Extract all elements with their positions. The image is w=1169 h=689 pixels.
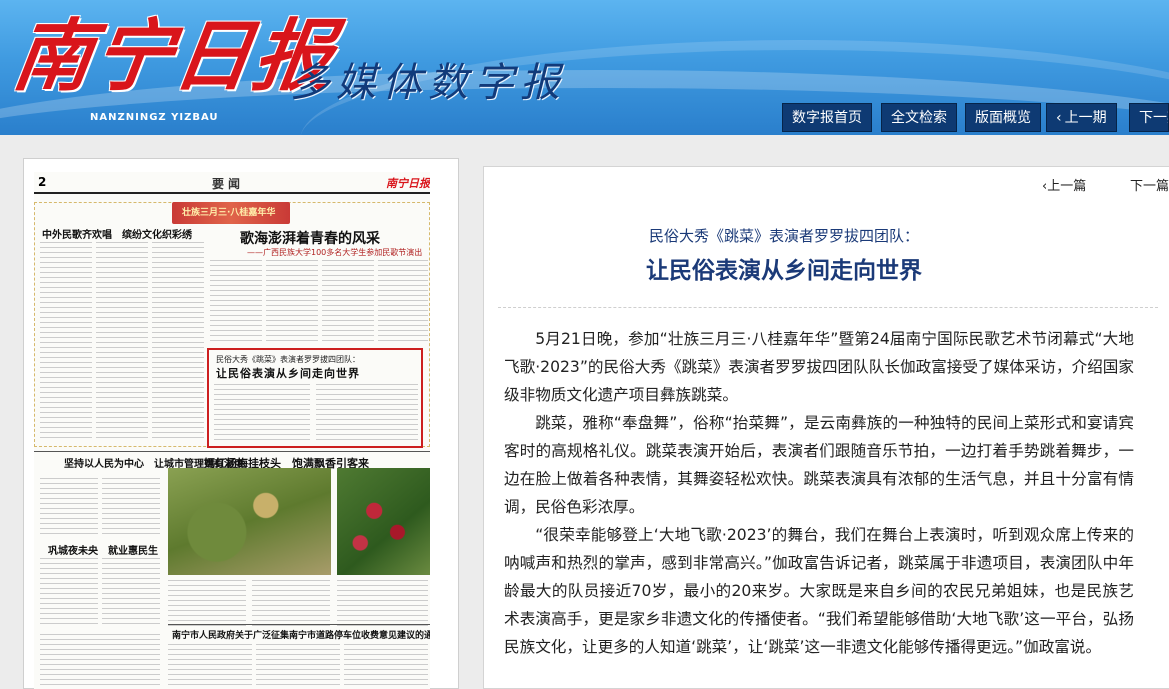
bayberry-closeup-photo[interactable] [337, 468, 430, 575]
nav-overview-label: 版面概览 [975, 110, 1031, 126]
next-article-link[interactable]: 下一篇 [1130, 175, 1169, 194]
text-column [378, 260, 428, 344]
prev-article-label: 上一篇 [1047, 179, 1087, 194]
nav-search-button[interactable]: 全文检索 [881, 103, 957, 132]
text-column [210, 260, 262, 344]
chevron-left-icon: ‹ [1056, 110, 1062, 126]
article-paragraph: 跳菜，雅称“奉盘舞”，俗称“抬菜舞”，是云南彝族的一种独特的民间上菜形式和宴请宾… [504, 414, 1134, 516]
nav-home-label: 数字报首页 [792, 110, 862, 126]
page-divider [34, 451, 430, 452]
logo-subtitle: 多媒体数字报 [290, 60, 566, 106]
article-divider [498, 307, 1158, 308]
text-column [266, 260, 318, 344]
article-link-folk-songs[interactable]: 中外民歌齐欢唱 缤纷文化织彩绣 [42, 226, 192, 241]
text-column [40, 634, 160, 689]
text-column [256, 644, 340, 689]
newspaper-page-image[interactable]: 2 要闻 南宁日报 壮族三月三·八桂嘉年华 中外民歌齐欢唱 缤纷文化织彩绣 歌海… [34, 172, 430, 689]
logo-pinyin: NANZNINGZ YIZBAU [90, 112, 219, 123]
prev-article-link[interactable]: ‹上一篇 [1042, 175, 1086, 194]
article-paragraph: 5月21日晚，参加“壮族三月三·八桂嘉年华”暨第24届南宁国际民歌艺术节闭幕式“… [504, 330, 1134, 404]
text-column [40, 478, 98, 538]
nav-home-button[interactable]: 数字报首页 [782, 103, 872, 132]
page-divider [168, 624, 430, 625]
text-column [102, 478, 160, 538]
site-header: 南宁日报 多媒体数字报 NANZNINGZ YIZBAU 数字报首页 全文检索 … [0, 0, 1169, 135]
article-link-parking-notice[interactable]: 南宁市人民政府关于广泛征集南宁市道路停车位收费意见建议的通告 [172, 628, 430, 641]
article-link-youth[interactable]: 歌海澎湃着青春的风采 [240, 228, 380, 248]
text-column [102, 558, 160, 628]
nav-next-issue-label: 下一期 [1139, 110, 1168, 126]
text-column [344, 644, 428, 689]
text-column [337, 580, 428, 628]
article-title: 让民俗表演从乡间走向世界 [646, 258, 922, 284]
text-column [214, 384, 310, 444]
next-article-label: 下一篇 [1130, 179, 1169, 194]
article-paragraph: “很荣幸能够登上‘大地飞歌·2023’的舞台，我们在舞台上表演时，听到观众席上传… [504, 526, 1134, 656]
nav-prev-issue-button[interactable]: ‹ 上一期 [1046, 103, 1117, 132]
page-number: 2 [38, 175, 47, 189]
text-column [168, 644, 252, 689]
nav-search-label: 全文检索 [891, 110, 947, 126]
article-subheadline: ——广西民族大学100多名大学生参加民歌节演出 [247, 248, 423, 257]
text-column [168, 580, 246, 628]
bayberry-orchard-photo[interactable] [168, 468, 331, 575]
highlight-title: 让民俗表演从乡间走向世界 [216, 367, 360, 380]
article-link-employment[interactable]: 巩城夜未央 就业惠民生 [48, 542, 158, 557]
text-column [96, 242, 148, 442]
text-column [252, 580, 330, 628]
text-column [152, 242, 204, 442]
page-section-name: 要闻 [212, 177, 245, 191]
nav-overview-button[interactable]: 版面概览 [965, 103, 1041, 132]
article-body: 5月21日晚，参加“壮族三月三·八桂嘉年华”暨第24届南宁国际民歌艺术节闭幕式“… [504, 325, 1134, 661]
text-column [40, 242, 92, 442]
nav-next-issue-button[interactable]: 下一期 [1129, 103, 1169, 132]
highlight-kicker: 民俗大秀《跳菜》表演者罗罗拔四团队： [216, 355, 360, 364]
nav-prev-issue-label: 上一期 [1064, 110, 1107, 126]
text-column [316, 384, 418, 444]
feature-banner-text: 壮族三月三·八桂嘉年华 [182, 208, 276, 218]
text-column [322, 260, 374, 344]
text-column [40, 558, 98, 628]
page-masthead: 南宁日报 [386, 177, 430, 190]
article-subtitle: 民俗大秀《跳菜》表演者罗罗拔四团队： [648, 227, 919, 245]
article-panel: ‹上一篇 下一篇 民俗大秀《跳菜》表演者罗罗拔四团队： 让民俗表演从乡间走向世界… [483, 166, 1169, 689]
